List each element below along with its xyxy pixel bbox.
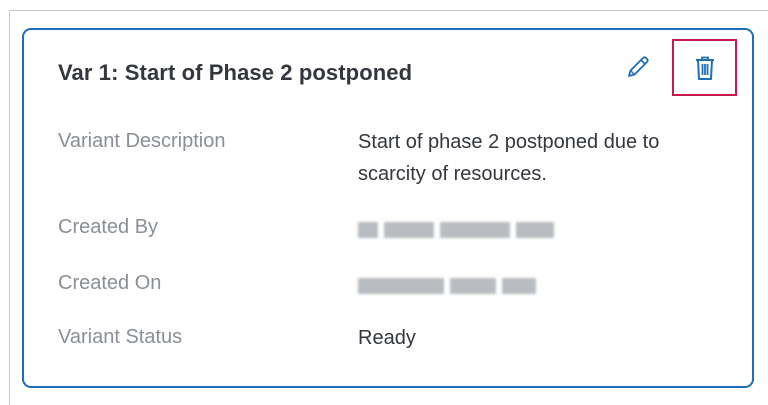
- created-on-label: Created On: [58, 272, 162, 294]
- variant-status-label: Variant Status: [58, 326, 183, 348]
- variant-title: Var 1: Start of Phase 2 postponed: [58, 60, 413, 85]
- delete-button[interactable]: [672, 39, 737, 96]
- variant-description-value: Start of phase 2 postponed due to scarci…: [358, 131, 660, 185]
- pencil-icon: [628, 56, 649, 77]
- variant-status-value: Ready: [358, 327, 416, 349]
- variant-description-label: Variant Description: [58, 130, 226, 152]
- created-by-label: Created By: [58, 216, 159, 238]
- created-by-value-redacted: [358, 222, 560, 238]
- created-on-value-redacted: [358, 278, 542, 294]
- edit-button[interactable]: [624, 53, 652, 81]
- variant-card: Var 1: Start of Phase 2 postponed Varian…: [22, 28, 754, 388]
- trash-icon: [695, 56, 714, 80]
